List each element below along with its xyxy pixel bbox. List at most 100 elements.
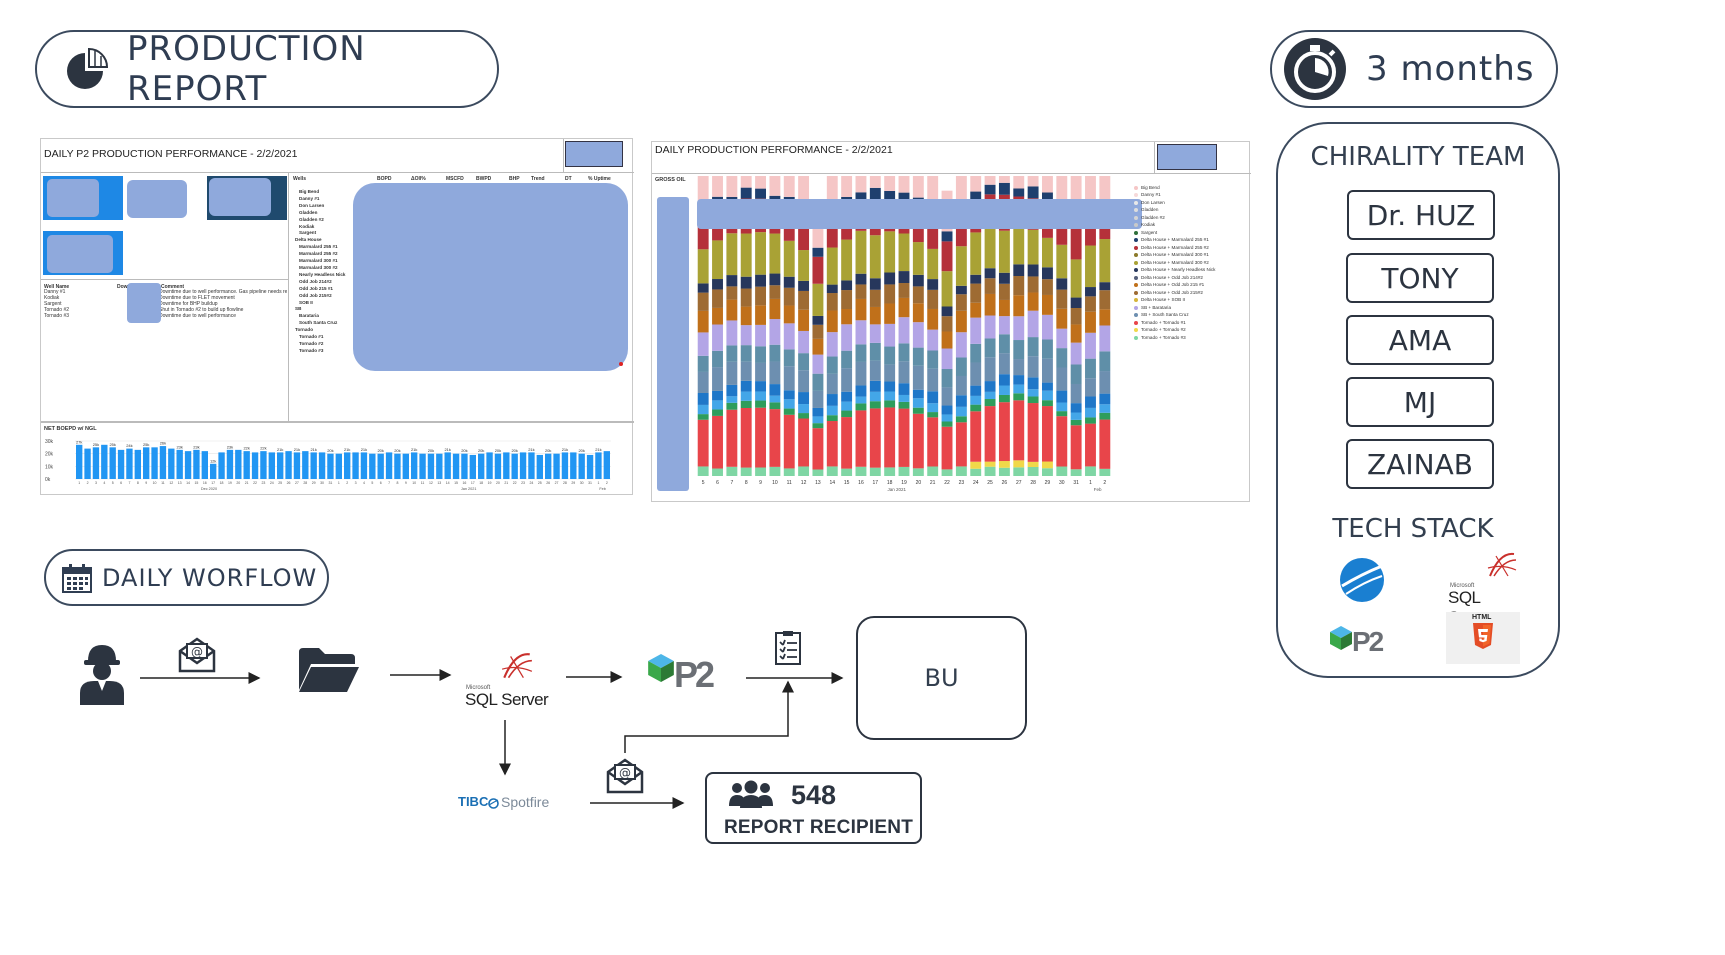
stack-segment [984, 225, 996, 269]
bar [402, 453, 409, 479]
svg-text:@: @ [191, 645, 203, 659]
x-tick-label: 7 [388, 481, 390, 485]
stack-segment [826, 466, 838, 476]
stack-segment [1070, 383, 1082, 404]
stack-segment [884, 284, 896, 304]
stack-segment [912, 468, 924, 476]
stack-segment [884, 346, 896, 365]
stack-segment [941, 316, 953, 332]
stack-segment [869, 306, 881, 325]
stack-segment [970, 461, 982, 469]
x-tick-label: 8 [137, 481, 139, 485]
stack-segment [726, 275, 738, 287]
legend-swatch [1134, 313, 1138, 318]
stack-segment [970, 362, 982, 386]
x-tick-label: 20 [916, 480, 922, 486]
data-label: 27k [76, 439, 82, 444]
stack-segment [984, 461, 996, 467]
x-tick-label: 12 [429, 481, 433, 485]
stack-segment [884, 467, 896, 476]
stack-segment [998, 272, 1010, 284]
legend-swatch [1134, 185, 1138, 190]
bar [76, 444, 83, 479]
data-label: 21k [310, 447, 316, 452]
y-tick-label: 0k [45, 477, 51, 483]
bar [511, 453, 518, 479]
x-tick-label: 12 [169, 481, 173, 485]
stack-segment [1099, 412, 1111, 420]
bar [503, 452, 510, 479]
gross-oil-top-redacted [697, 199, 1142, 229]
stack-segment [912, 365, 924, 390]
x-tick-label: 12 [801, 480, 807, 486]
stack-segment [869, 360, 881, 381]
stack-segment [712, 176, 723, 197]
stack-segment [755, 467, 767, 476]
stack-segment [1070, 307, 1082, 325]
bar [603, 451, 610, 479]
x-tick-label: 27 [295, 481, 299, 485]
x-tick-label: 30 [320, 481, 324, 485]
x-tick-label: 1 [1089, 480, 1092, 486]
col-dt: DT [565, 176, 572, 182]
bar [344, 452, 351, 479]
stack-segment [998, 385, 1010, 395]
well-row: Gladden [299, 209, 318, 215]
stack-segment [955, 395, 967, 407]
stack-segment [884, 364, 896, 382]
stack-segment [740, 306, 752, 326]
stack-segment [783, 468, 795, 476]
stack-segment [1099, 393, 1111, 405]
stack-segment [697, 249, 709, 284]
data-label: 20k [394, 448, 400, 453]
stack-segment [841, 324, 853, 351]
bar [176, 449, 183, 479]
x-tick-label: 26 [546, 481, 550, 485]
stack-segment [984, 406, 996, 462]
stack-segment [855, 396, 867, 404]
well-row: Tornado #2 [299, 340, 324, 346]
stack-segment [1056, 308, 1068, 329]
x-tick-label: 13 [178, 481, 182, 485]
stack-segment [755, 391, 767, 401]
kpi-redacted-2 [127, 180, 187, 218]
stack-segment [826, 176, 838, 201]
stack-segment [941, 405, 953, 415]
x-tick-label: 11 [787, 480, 792, 486]
stack-segment [798, 466, 810, 476]
legend-swatch [1134, 215, 1138, 220]
stack-segment [912, 347, 924, 366]
x-tick-label: 17 [873, 480, 879, 486]
legend-swatch [1134, 320, 1138, 325]
notes-well: Tornado #3 [44, 313, 70, 319]
stack-segment [941, 426, 953, 470]
stack-segment [826, 394, 838, 406]
data-label: 21k [294, 447, 300, 452]
stack-segment [697, 392, 709, 405]
stack-segment [812, 283, 824, 316]
x-tick-label: 17 [471, 481, 475, 485]
stack-segment [855, 344, 867, 362]
stack-segment [927, 391, 939, 404]
x-tick-label: 5 [112, 481, 114, 485]
stack-segment [984, 268, 996, 279]
bar [84, 448, 91, 479]
x-tick-label: 10 [153, 481, 157, 485]
stack-segment [869, 324, 881, 343]
bar [478, 453, 485, 479]
well-row: SB [295, 306, 302, 312]
well-row: Odd Job 214#2 [299, 278, 332, 284]
stack-segment [1085, 332, 1096, 359]
x-tick-label: 9 [145, 481, 147, 485]
col-trend: Trend [531, 176, 545, 182]
stack-segment [970, 274, 982, 284]
stack-segment [769, 361, 781, 385]
report2-logo-redacted [1157, 144, 1217, 170]
stack-segment [955, 406, 967, 417]
col-bopd: BOPD [377, 176, 392, 182]
stack-segment [826, 310, 838, 333]
data-label: 21k [562, 447, 568, 452]
legend-swatch [1134, 283, 1138, 288]
col-bwpd: BWPD [476, 176, 492, 182]
stack-segment [970, 176, 982, 192]
